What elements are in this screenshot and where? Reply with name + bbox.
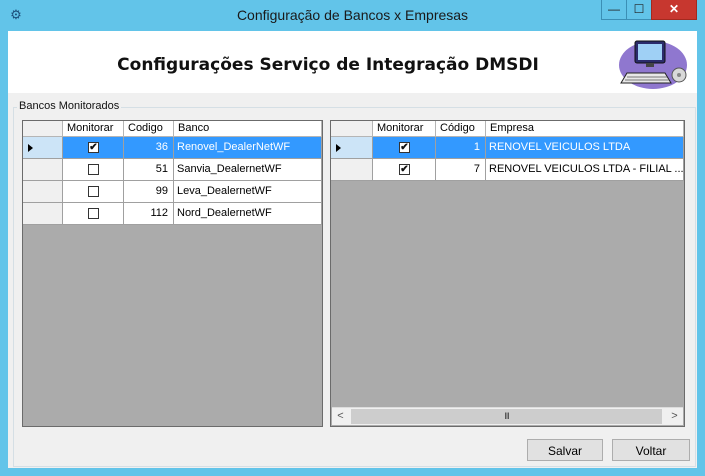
client-area: Configurações Serviço de Integração DMSD…: [8, 31, 697, 468]
codigo-cell[interactable]: 36: [124, 137, 174, 159]
header-banner: Configurações Serviço de Integração DMSD…: [8, 31, 697, 93]
monitorar-cell: ✔: [373, 159, 436, 181]
row-header[interactable]: [23, 137, 63, 159]
minimize-button[interactable]: —: [601, 0, 627, 20]
monitorar-cell: [63, 159, 124, 181]
current-row-arrow-icon: [336, 144, 341, 152]
monitorar-checkbox[interactable]: ✔: [399, 142, 410, 153]
column-header-codigo[interactable]: Código: [436, 121, 486, 137]
codigo-cell[interactable]: 51: [124, 159, 174, 181]
row-header[interactable]: [331, 159, 373, 181]
close-button[interactable]: ✕: [651, 0, 697, 20]
monitorar-cell: ✔: [63, 137, 124, 159]
scroll-left-button[interactable]: <: [332, 408, 349, 425]
row-header[interactable]: [23, 159, 63, 181]
row-header[interactable]: [23, 203, 63, 225]
banco-cell[interactable]: Renovel_DealerNetWF: [174, 137, 322, 159]
row-header-corner: [23, 121, 63, 137]
page-title: Configurações Serviço de Integração DMSD…: [117, 55, 539, 75]
title-bar[interactable]: ⚙ Configuração de Bancos x Empresas — ☐ …: [0, 0, 705, 31]
banco-cell[interactable]: Leva_DealernetWF: [174, 181, 322, 203]
window-title: Configuração de Bancos x Empresas: [236, 7, 469, 23]
banco-cell[interactable]: Sanvia_DealernetWF: [174, 159, 322, 181]
empresa-cell[interactable]: RENOVEL VEICULOS LTDA: [486, 137, 684, 159]
empresa-cell[interactable]: RENOVEL VEICULOS LTDA - FILIAL ...: [486, 159, 684, 181]
codigo-cell[interactable]: 99: [124, 181, 174, 203]
row-header[interactable]: [23, 181, 63, 203]
voltar-button[interactable]: Voltar: [612, 439, 690, 461]
scroll-thumb[interactable]: III: [351, 409, 662, 424]
row-header-corner: [331, 121, 373, 137]
monitorar-cell: [63, 181, 124, 203]
column-header-banco[interactable]: Banco: [174, 121, 322, 137]
monitorar-checkbox[interactable]: [88, 164, 99, 175]
column-header-empresa[interactable]: Empresa: [486, 121, 684, 137]
monitorar-checkbox[interactable]: ✔: [399, 164, 410, 175]
monitorar-checkbox[interactable]: [88, 186, 99, 197]
monitorar-cell: ✔: [373, 137, 436, 159]
scroll-right-button[interactable]: >: [666, 408, 683, 425]
monitorar-cell: [63, 203, 124, 225]
group-label: Bancos Monitorados: [17, 100, 122, 112]
salvar-button[interactable]: Salvar: [527, 439, 603, 461]
codigo-cell[interactable]: 1: [436, 137, 486, 159]
column-header-monitorar[interactable]: Monitorar: [373, 121, 436, 137]
column-header-codigo[interactable]: Codigo: [124, 121, 174, 137]
monitorar-checkbox[interactable]: [88, 208, 99, 219]
computer-icon: [619, 40, 687, 89]
banco-cell[interactable]: Nord_DealernetWF: [174, 203, 322, 225]
horizontal-scrollbar[interactable]: < III >: [332, 407, 683, 425]
monitorar-checkbox[interactable]: ✔: [88, 142, 99, 153]
row-header[interactable]: [331, 137, 373, 159]
bancos-grid[interactable]: Monitorar Codigo Banco ✔ 36 Renovel_Dealer…: [22, 120, 323, 427]
current-row-arrow-icon: [28, 144, 33, 152]
maximize-button[interactable]: ☐: [626, 0, 652, 20]
codigo-cell[interactable]: 7: [436, 159, 486, 181]
codigo-cell[interactable]: 112: [124, 203, 174, 225]
app-window: ⚙ Configuração de Bancos x Empresas — ☐ …: [0, 0, 705, 476]
column-header-monitorar[interactable]: Monitorar: [63, 121, 124, 137]
empresas-grid[interactable]: Monitorar Código Empresa < III > ✔ 1 RENOV…: [330, 120, 685, 427]
